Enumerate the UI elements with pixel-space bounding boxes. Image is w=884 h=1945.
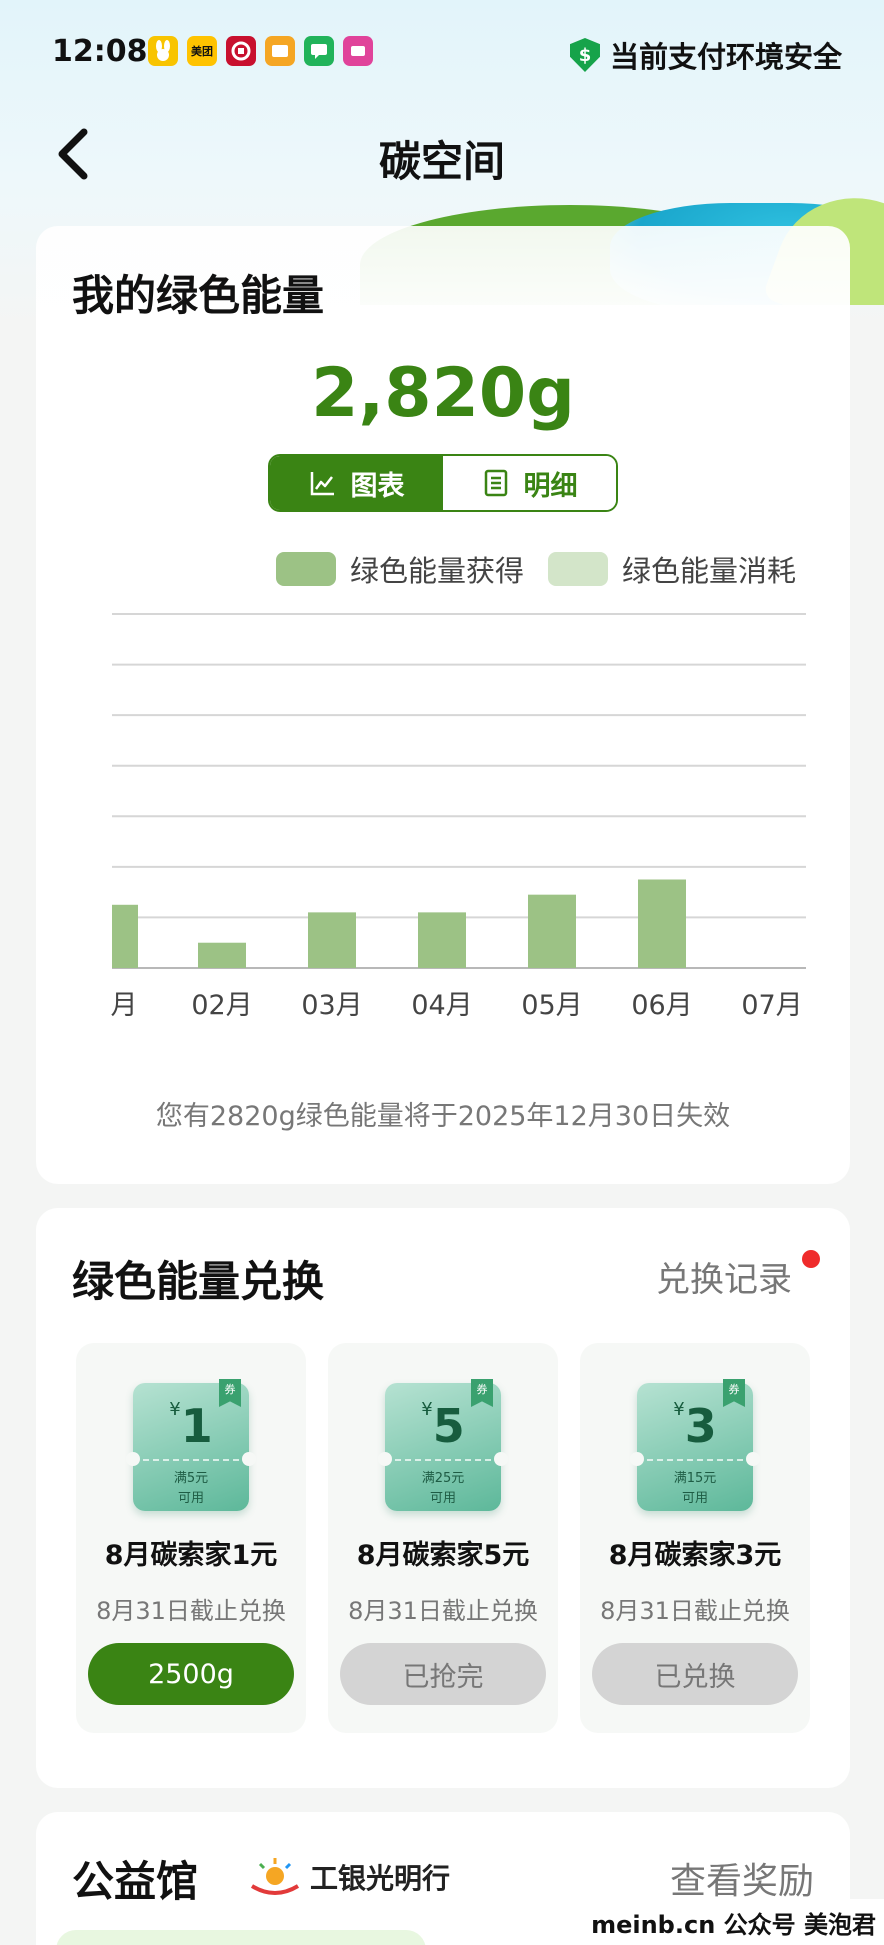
x-tick-label: 06月 [631, 990, 692, 1021]
yen-symbol: ¥ [421, 1399, 433, 1420]
yen-symbol: ¥ [673, 1399, 685, 1420]
meituan-app-icon: 美团 [187, 36, 217, 66]
sold-out-button[interactable]: 已抢完 [340, 1643, 546, 1705]
coupon-name: 8月碳索家1元 [104, 1540, 278, 1571]
charity-logo[interactable]: 工银光明行 [246, 1856, 450, 1898]
coupon-deadline: 8月31日截止兑换 [600, 1597, 790, 1625]
tab-chart[interactable]: 图表 [270, 456, 443, 510]
security-text: 当前支付环境安全 [609, 40, 842, 74]
message-app-icon [304, 36, 334, 66]
yellow-bunny-app-icon [148, 36, 178, 66]
coupon-condition: 满5元可用 [133, 1469, 249, 1509]
page-title: 碳空间 [378, 137, 505, 186]
coupon-amount: ¥1 [133, 1399, 249, 1453]
x-tick-label: 02月 [191, 990, 252, 1021]
charity-logo-text: 工银光明行 [310, 1862, 451, 1895]
sun-logo-icon [250, 1858, 300, 1895]
coupon-condition: 满25元可用 [385, 1469, 501, 1509]
tab-detail[interactable]: 明细 [443, 456, 616, 510]
coupon-condition-line2: 可用 [177, 1491, 204, 1506]
energy-total: 2,820g [311, 354, 575, 433]
coupon-condition-line1: 满15元 [673, 1471, 717, 1486]
line-chart-icon [310, 472, 334, 496]
energy-exchange-card: 绿色能量兑换 兑换记录 券 ¥1 满5元 可用 8月碳索家1元 8月31日截止兑换… [36, 1208, 850, 1788]
bank-app-icon [226, 36, 256, 66]
coupon-condition-line2: 可用 [681, 1491, 708, 1506]
x-tick-label: 03月 [301, 990, 362, 1021]
expiry-note: 您有2820g绿色能量将于2025年12月30日失效 [155, 1101, 731, 1132]
view-toggle: 图表 明细 [268, 454, 618, 512]
coupon-amount-value: 5 [432, 1399, 465, 1453]
x-tick-label: 04月 [411, 990, 472, 1021]
notification-icons: 美团 [148, 36, 373, 66]
legend-swatch-earned [275, 552, 336, 586]
redeemed-button[interactable]: 已兑换 [592, 1643, 798, 1705]
chart-bar-2 [308, 912, 356, 968]
meituan-app-label: 美团 [191, 45, 213, 58]
tab-detail-label: 明细 [523, 470, 578, 502]
x-tick-label: 07月 [741, 990, 802, 1021]
energy-card-title: 我的绿色能量 [72, 271, 325, 320]
coupon-deadline: 8月31日截止兑换 [348, 1597, 538, 1625]
coupon-amount: ¥5 [385, 1399, 501, 1453]
energy-bar-chart-svg: 月 02月 03月 04月 05月 06月 07月 [111, 613, 806, 1021]
chart-bar-0 [112, 904, 138, 968]
orange-app-icon [265, 36, 295, 66]
status-time: 12:08 [52, 34, 148, 69]
legend-item-earned: 绿色能量获得 [275, 548, 524, 590]
legend-label-consumed: 绿色能量消耗 [621, 554, 796, 588]
shield-dollar-icon: $ [569, 38, 600, 72]
coupon-condition: 满15元可用 [637, 1469, 753, 1509]
x-tick-label: 05月 [521, 990, 582, 1021]
status-bar: 12:08 美团 $ 当前支付环境安全 [0, 0, 884, 110]
watermark: meinb.cn 公众号 美泡君 [577, 1899, 884, 1945]
exchange-card-title: 绿色能量兑换 [72, 1257, 325, 1306]
payment-security-indicator: $ 当前支付环境安全 [569, 34, 842, 76]
coupon-ticket-icon: 券 ¥3 满15元 可用 [630, 1379, 760, 1511]
x-tick-label: 月 [111, 990, 138, 1021]
coupon-amount: ¥3 [637, 1399, 753, 1453]
coupon-condition-line1: 满25元 [421, 1471, 465, 1486]
green-energy-card: 我的绿色能量 2,820g 图表 明细 绿色能量获得 绿色能量消耗 月 02月 … [36, 226, 850, 1184]
chart-bar-1 [198, 942, 246, 968]
redeem-button[interactable]: 2500g [88, 1643, 294, 1705]
charity-banner[interactable] [56, 1930, 426, 1945]
chart-bar-3 [418, 912, 466, 968]
coupon-card[interactable]: 券 ¥1 满5元 可用 8月碳索家1元 8月31日截止兑换 2500g [76, 1343, 306, 1733]
coupon-amount-value: 3 [684, 1399, 717, 1453]
coupon-condition-line1: 满5元 [173, 1471, 209, 1486]
coupon-name: 8月碳索家3元 [608, 1540, 782, 1571]
yen-symbol: ¥ [169, 1399, 181, 1420]
view-rewards-link[interactable]: 查看奖励 [670, 1852, 814, 1904]
coupon-ticket-icon: 券 ¥1 满5元 可用 [126, 1379, 256, 1511]
chart-legend: 绿色能量获得 绿色能量消耗 [266, 548, 796, 590]
tab-chart-label: 图表 [350, 470, 405, 502]
exchange-record-link[interactable]: 兑换记录 [656, 1252, 792, 1301]
energy-bar-chart: 月 02月 03月 04月 05月 06月 07月 [76, 606, 806, 1036]
chart-bar-4 [528, 894, 576, 968]
charity-card-title: 公益馆 [72, 1857, 199, 1906]
list-icon [484, 469, 507, 497]
notification-dot [802, 1250, 820, 1268]
coupon-ticket-icon: 券 ¥5 满25元 可用 [378, 1379, 508, 1511]
legend-label-earned: 绿色能量获得 [349, 554, 524, 588]
pink-app-icon [343, 36, 373, 66]
coupon-condition-line2: 可用 [429, 1491, 456, 1506]
coupon-name: 8月碳索家5元 [356, 1540, 530, 1571]
coupon-amount-value: 1 [180, 1399, 213, 1453]
chart-bar-5 [638, 879, 686, 968]
legend-item-consumed: 绿色能量消耗 [547, 548, 796, 590]
legend-swatch-consumed [547, 552, 608, 586]
coupon-card[interactable]: 券 ¥5 满25元 可用 8月碳索家5元 8月31日截止兑换 已抢完 [328, 1343, 558, 1733]
coupon-card[interactable]: 券 ¥3 满15元 可用 8月碳索家3元 8月31日截止兑换 已兑换 [580, 1343, 810, 1733]
coupon-deadline: 8月31日截止兑换 [96, 1597, 286, 1625]
